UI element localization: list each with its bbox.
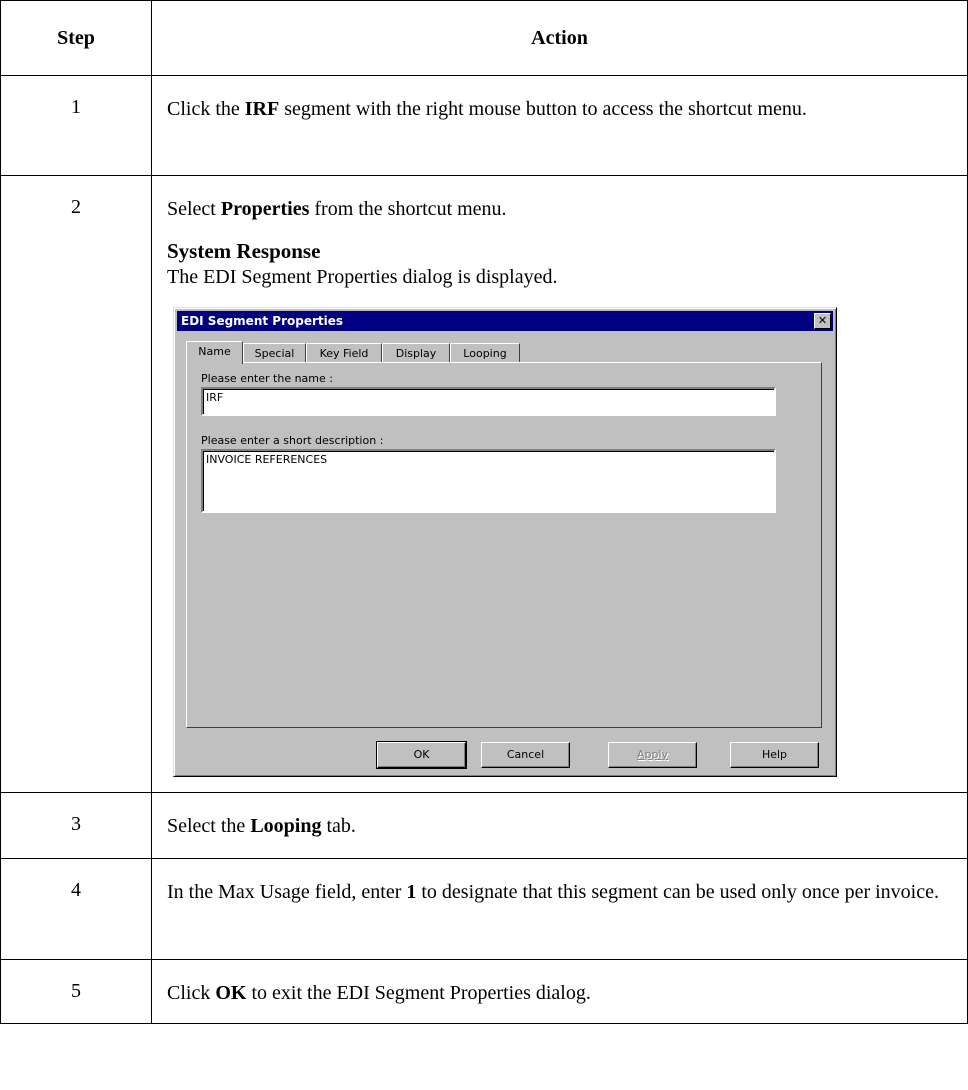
close-icon: ✕ (817, 314, 828, 327)
tab-display[interactable]: Display (382, 343, 450, 363)
tab-looping[interactable]: Looping (450, 343, 520, 363)
tab-special[interactable]: Special (243, 343, 306, 363)
description-field[interactable]: INVOICE REFERENCES (201, 449, 776, 513)
table-row: 2 Select Properties from the shortcut me… (0, 175, 968, 793)
step-action: In the Max Usage field, enter 1 to desig… (151, 858, 968, 960)
tab-name[interactable]: Name (186, 341, 243, 364)
step-number: 5 (0, 959, 152, 1024)
step-number: 2 (0, 175, 152, 793)
name-label: Please enter the name : (201, 372, 333, 385)
description-label: Please enter a short description : (201, 434, 384, 447)
step-action: Click the IRF segment with the right mou… (151, 75, 968, 176)
table-row: 5 Click OK to exit the EDI Segment Prope… (0, 959, 968, 1024)
tab-panel-name: Please enter the name : IRF Please enter… (186, 362, 822, 728)
table-row: 1 Click the IRF segment with the right m… (0, 75, 968, 176)
step-number: 4 (0, 858, 152, 960)
step-action-text: Select Properties from the shortcut menu… (167, 198, 507, 220)
table-row: 4 In the Max Usage field, enter 1 to des… (0, 858, 968, 960)
table-row: 3 Select the Looping tab. (0, 792, 968, 859)
step-number: 1 (0, 75, 152, 176)
action-column-header: Action (151, 0, 968, 76)
table-header-row: Step Action (0, 0, 968, 76)
dialog-title: EDI Segment Properties (181, 314, 344, 328)
edi-segment-properties-dialog: EDI Segment Properties ✕ Name Special Ke… (173, 307, 837, 777)
ok-button[interactable]: OK (376, 741, 467, 769)
step-action: Click OK to exit the EDI Segment Propert… (151, 959, 968, 1024)
system-response-heading: System Response (167, 239, 321, 263)
dialog-titlebar: EDI Segment Properties ✕ (177, 311, 833, 331)
step-number: 3 (0, 792, 152, 859)
name-field[interactable]: IRF (201, 387, 776, 416)
help-button[interactable]: Help (730, 742, 819, 768)
step-column-header: Step (0, 0, 152, 76)
tab-key-field[interactable]: Key Field (306, 343, 382, 363)
apply-button[interactable]: Apply (608, 742, 697, 768)
close-button[interactable]: ✕ (814, 313, 831, 329)
procedure-table: Step Action 1 Click the IRF segment with… (0, 0, 968, 1024)
step-action: Select Properties from the shortcut menu… (151, 175, 968, 793)
step-action: Select the Looping tab. (151, 792, 968, 859)
system-response-text: The EDI Segment Properties dialog is dis… (167, 266, 558, 288)
cancel-button[interactable]: Cancel (481, 742, 570, 768)
